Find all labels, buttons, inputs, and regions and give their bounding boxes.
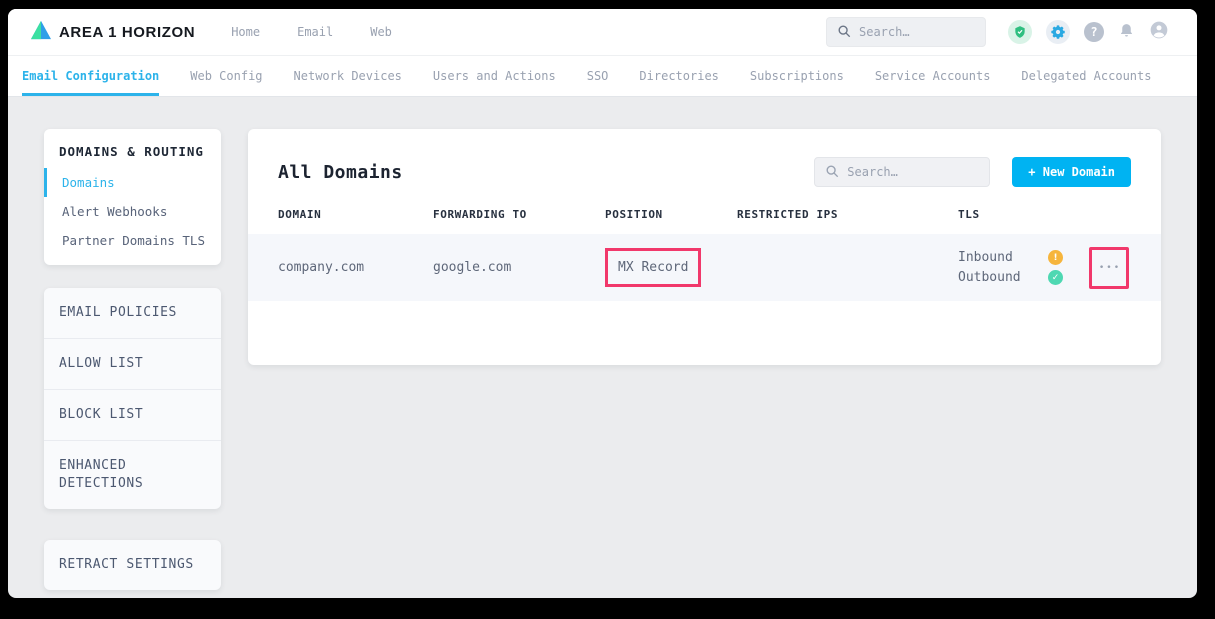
sidebar: DOMAINS & ROUTING Domains Alert Webhooks…: [44, 129, 221, 590]
cell-forwarding-to: google.com: [433, 260, 605, 275]
tab-directories[interactable]: Directories: [639, 56, 718, 96]
nav-item-email[interactable]: Email: [297, 25, 333, 39]
tab-network-devices[interactable]: Network Devices: [294, 56, 402, 96]
global-search-input[interactable]: [859, 25, 975, 39]
column-header-tls: TLS: [958, 208, 1161, 221]
search-icon: [825, 163, 839, 182]
user-avatar-icon[interactable]: [1149, 20, 1169, 44]
top-icon-group: ?: [1008, 20, 1169, 44]
shield-check-icon[interactable]: [1008, 20, 1032, 44]
tls-outbound-line: Outbound ✓: [958, 270, 1063, 285]
success-status-icon: ✓: [1048, 270, 1063, 285]
panel-header: All Domains + New Domain: [248, 129, 1161, 208]
page-title: All Domains: [278, 162, 403, 183]
sidebar-item-enhanced-detections[interactable]: ENHANCED DETECTIONS: [44, 441, 221, 509]
sidebar-item-domains[interactable]: Domains: [44, 168, 221, 197]
app-window: AREA 1 HORIZON Home Email Web: [8, 9, 1197, 598]
table-row: company.com google.com MX Record Inbound…: [248, 234, 1161, 301]
domains-search-input[interactable]: [847, 165, 979, 179]
help-icon[interactable]: ?: [1084, 22, 1104, 42]
global-search[interactable]: [826, 17, 986, 47]
column-header-position: POSITION: [605, 208, 737, 221]
retract-settings-card: RETRACT SETTINGS: [44, 540, 221, 590]
top-bar: AREA 1 HORIZON Home Email Web: [8, 9, 1197, 56]
warning-status-icon: !: [1048, 250, 1063, 265]
logo-triangle-icon: [30, 20, 52, 44]
tls-inbound-label: Inbound: [958, 250, 1048, 265]
tab-email-configuration[interactable]: Email Configuration: [22, 56, 159, 96]
policies-card: EMAIL POLICIES ALLOW LIST BLOCK LIST ENH…: [44, 288, 221, 509]
logo-text: AREA 1 HORIZON: [59, 24, 195, 41]
row-menu-highlight-box: •••: [1089, 247, 1129, 289]
tls-inbound-line: Inbound !: [958, 250, 1063, 265]
column-header-restricted-ips: RESTRICTED IPS: [737, 208, 958, 221]
nav-item-home[interactable]: Home: [231, 25, 260, 39]
nav-item-web[interactable]: Web: [370, 25, 392, 39]
tab-service-accounts[interactable]: Service Accounts: [875, 56, 991, 96]
table-header-row: DOMAIN FORWARDING TO POSITION RESTRICTED…: [248, 208, 1161, 234]
top-navigation: Home Email Web: [231, 25, 392, 39]
bell-icon[interactable]: [1118, 22, 1135, 43]
content-area: DOMAINS & ROUTING Domains Alert Webhooks…: [8, 97, 1197, 598]
section-tabs: Email Configuration Web Config Network D…: [8, 56, 1197, 97]
all-domains-panel: All Domains + New Domain DOMAIN FORWARDI…: [248, 129, 1161, 365]
tab-sso[interactable]: SSO: [587, 56, 609, 96]
sidebar-item-email-policies[interactable]: EMAIL POLICIES: [44, 288, 221, 339]
tab-web-config[interactable]: Web Config: [190, 56, 262, 96]
sidebar-item-partner-domains-tls[interactable]: Partner Domains TLS: [44, 226, 221, 255]
tab-users-and-actions[interactable]: Users and Actions: [433, 56, 556, 96]
domains-search[interactable]: [814, 157, 990, 187]
cell-domain: company.com: [278, 260, 433, 275]
cell-position-highlight-box: MX Record: [605, 248, 701, 287]
domains-routing-title: DOMAINS & ROUTING: [44, 144, 221, 159]
ellipsis-menu-icon[interactable]: •••: [1097, 263, 1121, 273]
tab-delegated-accounts[interactable]: Delegated Accounts: [1021, 56, 1151, 96]
column-header-forwarding-to: FORWARDING TO: [433, 208, 605, 221]
gear-icon[interactable]: [1046, 20, 1070, 44]
cell-tls: Inbound ! Outbound ✓ •••: [958, 247, 1161, 289]
tls-status-stack: Inbound ! Outbound ✓: [958, 250, 1063, 285]
sidebar-item-block-list[interactable]: BLOCK LIST: [44, 390, 221, 441]
sidebar-item-retract-settings[interactable]: RETRACT SETTINGS: [44, 540, 221, 590]
tab-subscriptions[interactable]: Subscriptions: [750, 56, 844, 96]
logo[interactable]: AREA 1 HORIZON: [30, 20, 195, 44]
new-domain-button[interactable]: + New Domain: [1012, 157, 1131, 187]
cell-position: MX Record: [618, 260, 688, 275]
sidebar-item-allow-list[interactable]: ALLOW LIST: [44, 339, 221, 390]
sidebar-item-alert-webhooks[interactable]: Alert Webhooks: [44, 197, 221, 226]
search-icon: [837, 23, 851, 42]
tls-outbound-label: Outbound: [958, 270, 1048, 285]
domains-routing-card: DOMAINS & ROUTING Domains Alert Webhooks…: [44, 129, 221, 265]
column-header-domain: DOMAIN: [278, 208, 433, 221]
